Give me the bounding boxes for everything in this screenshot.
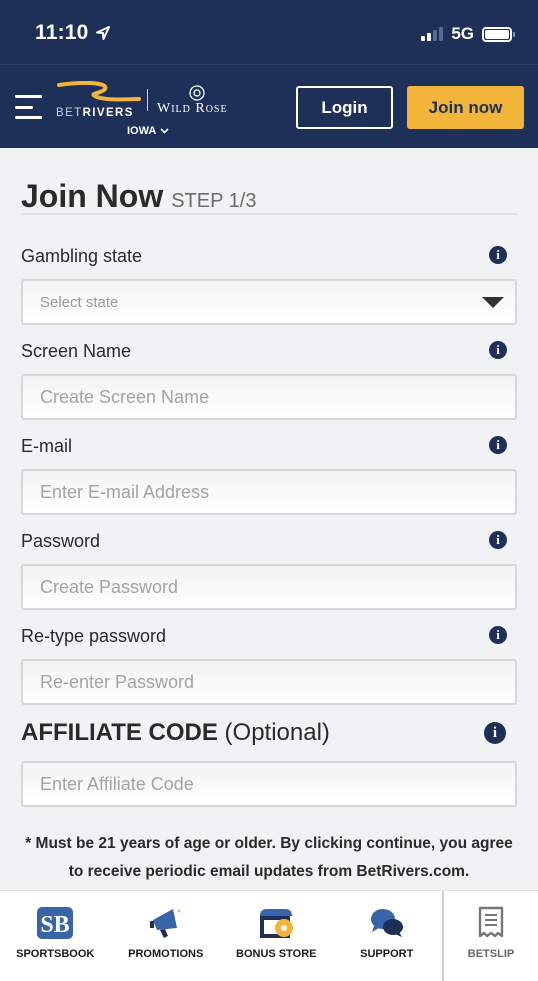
tab-betslip[interactable]: BETSLIP bbox=[442, 891, 538, 981]
screen-name-input[interactable] bbox=[40, 386, 498, 408]
megaphone-icon bbox=[146, 906, 186, 940]
network-label: 5G bbox=[451, 24, 474, 43]
brand-logo[interactable]: BETRIVERS Wild Rose IOWA bbox=[55, 81, 245, 141]
store-icon bbox=[256, 906, 296, 940]
info-icon[interactable]: i bbox=[484, 722, 506, 744]
login-button[interactable]: Login bbox=[296, 86, 393, 129]
tab-bonus-store[interactable]: BONUS STORE bbox=[221, 891, 332, 981]
input-wrapper bbox=[21, 659, 517, 705]
gambling-state-field: Gambling state i Select state bbox=[21, 244, 517, 325]
retype-password-field: Re-type password i bbox=[21, 624, 517, 705]
tab-sportsbook[interactable]: SB SPORTSBOOK bbox=[0, 891, 111, 981]
tab-support[interactable]: SUPPORT bbox=[332, 891, 443, 981]
join-form: Join Now STEP 1/3 Gambling state i Selec… bbox=[0, 148, 538, 890]
email-field: E-mail i bbox=[21, 434, 517, 515]
bottom-tab-bar: SB SPORTSBOOK PROMOTIONS BONUS STORE SUP… bbox=[0, 890, 538, 981]
page-title: Join Now bbox=[21, 178, 164, 214]
field-label: Password bbox=[21, 531, 101, 551]
logo-divider bbox=[147, 89, 148, 111]
status-time: 11:10 bbox=[35, 21, 111, 45]
signal-icon bbox=[421, 27, 444, 41]
sportsbook-icon: SB bbox=[35, 906, 75, 940]
screen-name-field: Screen Name i bbox=[21, 339, 517, 420]
password-input[interactable] bbox=[40, 576, 498, 598]
chevron-down-icon bbox=[160, 128, 169, 134]
info-icon[interactable]: i bbox=[489, 246, 507, 264]
betrivers-wordmark: BETRIVERS bbox=[56, 107, 134, 119]
retype-password-input[interactable] bbox=[40, 671, 498, 693]
field-label: E-mail bbox=[21, 436, 73, 456]
divider bbox=[21, 213, 517, 215]
wild-rose-wordmark: Wild Rose bbox=[157, 101, 228, 116]
field-label: AFFILIATE CODE (Optional) bbox=[21, 719, 330, 746]
email-input[interactable] bbox=[40, 481, 498, 503]
join-now-button[interactable]: Join now bbox=[407, 86, 524, 129]
dropdown-caret-icon bbox=[482, 296, 504, 308]
rose-icon bbox=[189, 85, 205, 101]
affiliate-code-input[interactable] bbox=[40, 773, 498, 795]
receipt-icon bbox=[471, 906, 511, 940]
info-icon[interactable]: i bbox=[489, 341, 507, 359]
info-icon[interactable]: i bbox=[489, 531, 507, 549]
river-swoosh-icon bbox=[57, 81, 141, 102]
state-selector[interactable]: IOWA bbox=[127, 125, 169, 137]
field-label: Re-type password bbox=[21, 626, 167, 646]
affiliate-code-field: AFFILIATE CODE (Optional) i bbox=[21, 718, 517, 807]
field-label: Gambling state bbox=[21, 246, 143, 266]
input-wrapper bbox=[21, 469, 517, 515]
step-indicator: STEP 1/3 bbox=[171, 190, 257, 212]
app-header: BETRIVERS Wild Rose IOWA Login Join now bbox=[0, 64, 538, 148]
battery-icon bbox=[482, 26, 515, 42]
input-wrapper bbox=[21, 564, 517, 610]
select-placeholder: Select state bbox=[40, 293, 119, 311]
status-bar: 11:10 5G bbox=[0, 0, 538, 64]
chat-bubbles-icon bbox=[367, 906, 407, 940]
status-indicators: 5G bbox=[421, 24, 515, 44]
form-heading: Join Now STEP 1/3 bbox=[21, 178, 256, 215]
password-field: Password i bbox=[21, 529, 517, 610]
tab-promotions[interactable]: PROMOTIONS bbox=[111, 891, 222, 981]
input-wrapper bbox=[21, 374, 517, 420]
state-select[interactable]: Select state bbox=[21, 279, 517, 325]
menu-icon[interactable] bbox=[15, 95, 42, 119]
input-wrapper bbox=[21, 761, 517, 807]
info-icon[interactable]: i bbox=[489, 626, 507, 644]
clock: 11:10 bbox=[35, 21, 89, 44]
field-label: Screen Name bbox=[21, 341, 132, 361]
svg-text:SB: SB bbox=[41, 912, 70, 938]
age-disclaimer: * Must be 21 years of age or older. By c… bbox=[25, 835, 513, 880]
info-icon[interactable]: i bbox=[489, 436, 507, 454]
location-arrow-icon bbox=[95, 26, 110, 40]
